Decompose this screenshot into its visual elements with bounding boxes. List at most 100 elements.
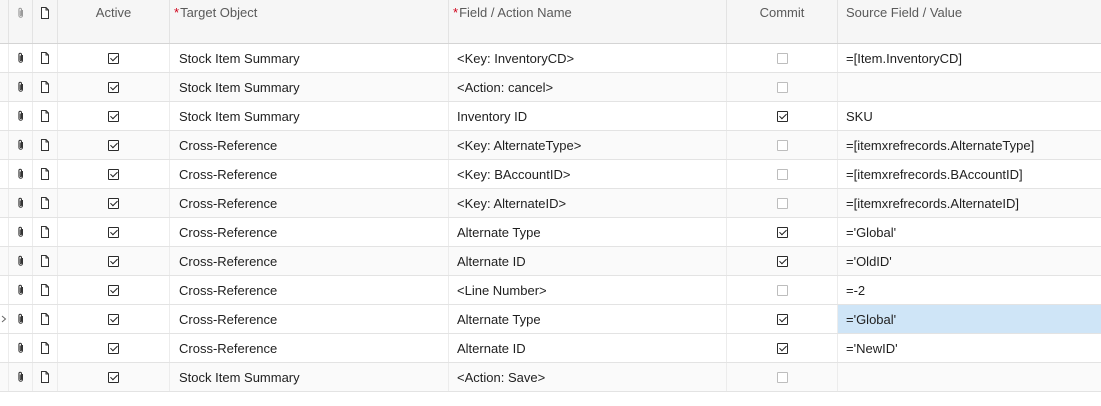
active-checkbox[interactable] <box>108 255 119 267</box>
commit-cell[interactable] <box>727 44 838 72</box>
note-cell[interactable] <box>33 131 58 159</box>
active-cell[interactable] <box>58 218 170 246</box>
commit-cell[interactable] <box>727 131 838 159</box>
active-checkbox[interactable] <box>108 168 119 180</box>
field-action-cell[interactable]: Alternate Type <box>449 305 727 333</box>
attachment-cell[interactable] <box>9 334 33 362</box>
table-row[interactable]: Stock Item Summary <Key: InventoryCD> =[It… <box>0 44 1101 73</box>
commit-cell[interactable] <box>727 334 838 362</box>
commit-cell[interactable] <box>727 189 838 217</box>
commit-checkbox[interactable] <box>776 52 788 64</box>
row-selector[interactable] <box>0 276 9 304</box>
commit-column-header[interactable]: Commit <box>727 0 838 43</box>
active-checkbox[interactable] <box>108 342 119 354</box>
active-cell[interactable] <box>58 334 170 362</box>
attachment-cell[interactable] <box>9 160 33 188</box>
commit-cell[interactable] <box>727 73 838 101</box>
attachment-cell[interactable] <box>9 131 33 159</box>
table-row[interactable]: Stock Item Summary <Action: Save> <box>0 363 1101 392</box>
attachment-cell[interactable] <box>9 276 33 304</box>
commit-cell[interactable] <box>727 305 838 333</box>
row-selector[interactable] <box>0 305 9 333</box>
table-row[interactable]: Cross-Reference <Line Number> =-2 <box>0 276 1101 305</box>
table-row[interactable]: Cross-Reference Alternate Type ='Global' <box>0 218 1101 247</box>
target-object-cell[interactable]: Cross-Reference <box>170 189 449 217</box>
target-object-cell[interactable]: Stock Item Summary <box>170 44 449 72</box>
note-cell[interactable] <box>33 44 58 72</box>
source-value-cell[interactable] <box>838 73 1101 101</box>
attachment-column-header[interactable] <box>9 0 33 43</box>
target-object-cell[interactable]: Stock Item Summary <box>170 102 449 130</box>
attachment-cell[interactable] <box>9 363 33 391</box>
attachment-cell[interactable] <box>9 247 33 275</box>
note-column-header[interactable] <box>33 0 58 43</box>
row-selector[interactable] <box>0 247 9 275</box>
commit-checkbox[interactable] <box>776 81 788 93</box>
field-action-cell[interactable]: <Key: AlternateID> <box>449 189 727 217</box>
source-value-cell[interactable]: SKU <box>838 102 1101 130</box>
commit-checkbox[interactable] <box>776 168 788 180</box>
note-cell[interactable] <box>33 189 58 217</box>
row-selector[interactable] <box>0 102 9 130</box>
commit-checkbox[interactable] <box>776 342 788 354</box>
commit-checkbox[interactable] <box>776 226 788 238</box>
commit-checkbox[interactable] <box>776 284 788 296</box>
attachment-cell[interactable] <box>9 73 33 101</box>
field-action-cell[interactable]: Alternate ID <box>449 334 727 362</box>
table-row[interactable]: Cross-Reference Alternate ID ='NewID' <box>0 334 1101 363</box>
field-action-cell[interactable]: Inventory ID <box>449 102 727 130</box>
field-action-cell[interactable]: Alternate ID <box>449 247 727 275</box>
attachment-cell[interactable] <box>9 44 33 72</box>
row-selector[interactable] <box>0 131 9 159</box>
target-object-cell[interactable]: Cross-Reference <box>170 334 449 362</box>
active-checkbox[interactable] <box>108 81 119 93</box>
source-value-cell[interactable]: =[itemxrefrecords.BAccountID] <box>838 160 1101 188</box>
commit-checkbox[interactable] <box>776 197 788 209</box>
target-object-cell[interactable]: Cross-Reference <box>170 305 449 333</box>
field-action-cell[interactable]: <Key: BAccountID> <box>449 160 727 188</box>
source-value-cell[interactable]: ='Global' <box>838 218 1101 246</box>
commit-cell[interactable] <box>727 276 838 304</box>
active-cell[interactable] <box>58 247 170 275</box>
row-selector[interactable] <box>0 189 9 217</box>
active-checkbox[interactable] <box>108 139 119 151</box>
note-cell[interactable] <box>33 102 58 130</box>
table-row[interactable]: Cross-Reference <Key: AlternateID> =[itemx… <box>0 189 1101 218</box>
active-cell[interactable] <box>58 44 170 72</box>
active-checkbox[interactable] <box>108 52 119 64</box>
commit-cell[interactable] <box>727 160 838 188</box>
source-value-cell[interactable]: ='Global' <box>838 305 1101 333</box>
note-cell[interactable] <box>33 334 58 362</box>
commit-checkbox[interactable] <box>776 313 788 325</box>
active-checkbox[interactable] <box>108 371 119 383</box>
source-value-cell[interactable]: ='OldID' <box>838 247 1101 275</box>
target-object-cell[interactable]: Cross-Reference <box>170 247 449 275</box>
table-row[interactable]: Cross-Reference <Key: BAccountID> =[itemxr… <box>0 160 1101 189</box>
active-cell[interactable] <box>58 160 170 188</box>
target-object-column-header[interactable]: * Target Object <box>170 0 449 43</box>
active-cell[interactable] <box>58 131 170 159</box>
source-value-cell[interactable]: =[itemxrefrecords.AlternateType] <box>838 131 1101 159</box>
field-action-cell[interactable]: <Line Number> <box>449 276 727 304</box>
target-object-cell[interactable]: Cross-Reference <box>170 160 449 188</box>
target-object-cell[interactable]: Cross-Reference <box>170 218 449 246</box>
attachment-cell[interactable] <box>9 102 33 130</box>
commit-cell[interactable] <box>727 102 838 130</box>
target-object-cell[interactable]: Cross-Reference <box>170 131 449 159</box>
source-value-cell[interactable] <box>838 363 1101 391</box>
commit-cell[interactable] <box>727 363 838 391</box>
active-checkbox[interactable] <box>108 313 119 325</box>
commit-cell[interactable] <box>727 247 838 275</box>
row-selector[interactable] <box>0 334 9 362</box>
note-cell[interactable] <box>33 73 58 101</box>
field-action-cell[interactable]: <Action: cancel> <box>449 73 727 101</box>
source-value-cell[interactable]: =[Item.InventoryCD] <box>838 44 1101 72</box>
source-value-cell[interactable]: =[itemxrefrecords.AlternateID] <box>838 189 1101 217</box>
active-cell[interactable] <box>58 363 170 391</box>
source-value-cell[interactable]: =-2 <box>838 276 1101 304</box>
note-cell[interactable] <box>33 276 58 304</box>
attachment-cell[interactable] <box>9 305 33 333</box>
table-row[interactable]: Cross-Reference Alternate ID ='OldID' <box>0 247 1101 276</box>
note-cell[interactable] <box>33 247 58 275</box>
target-object-cell[interactable]: Stock Item Summary <box>170 363 449 391</box>
